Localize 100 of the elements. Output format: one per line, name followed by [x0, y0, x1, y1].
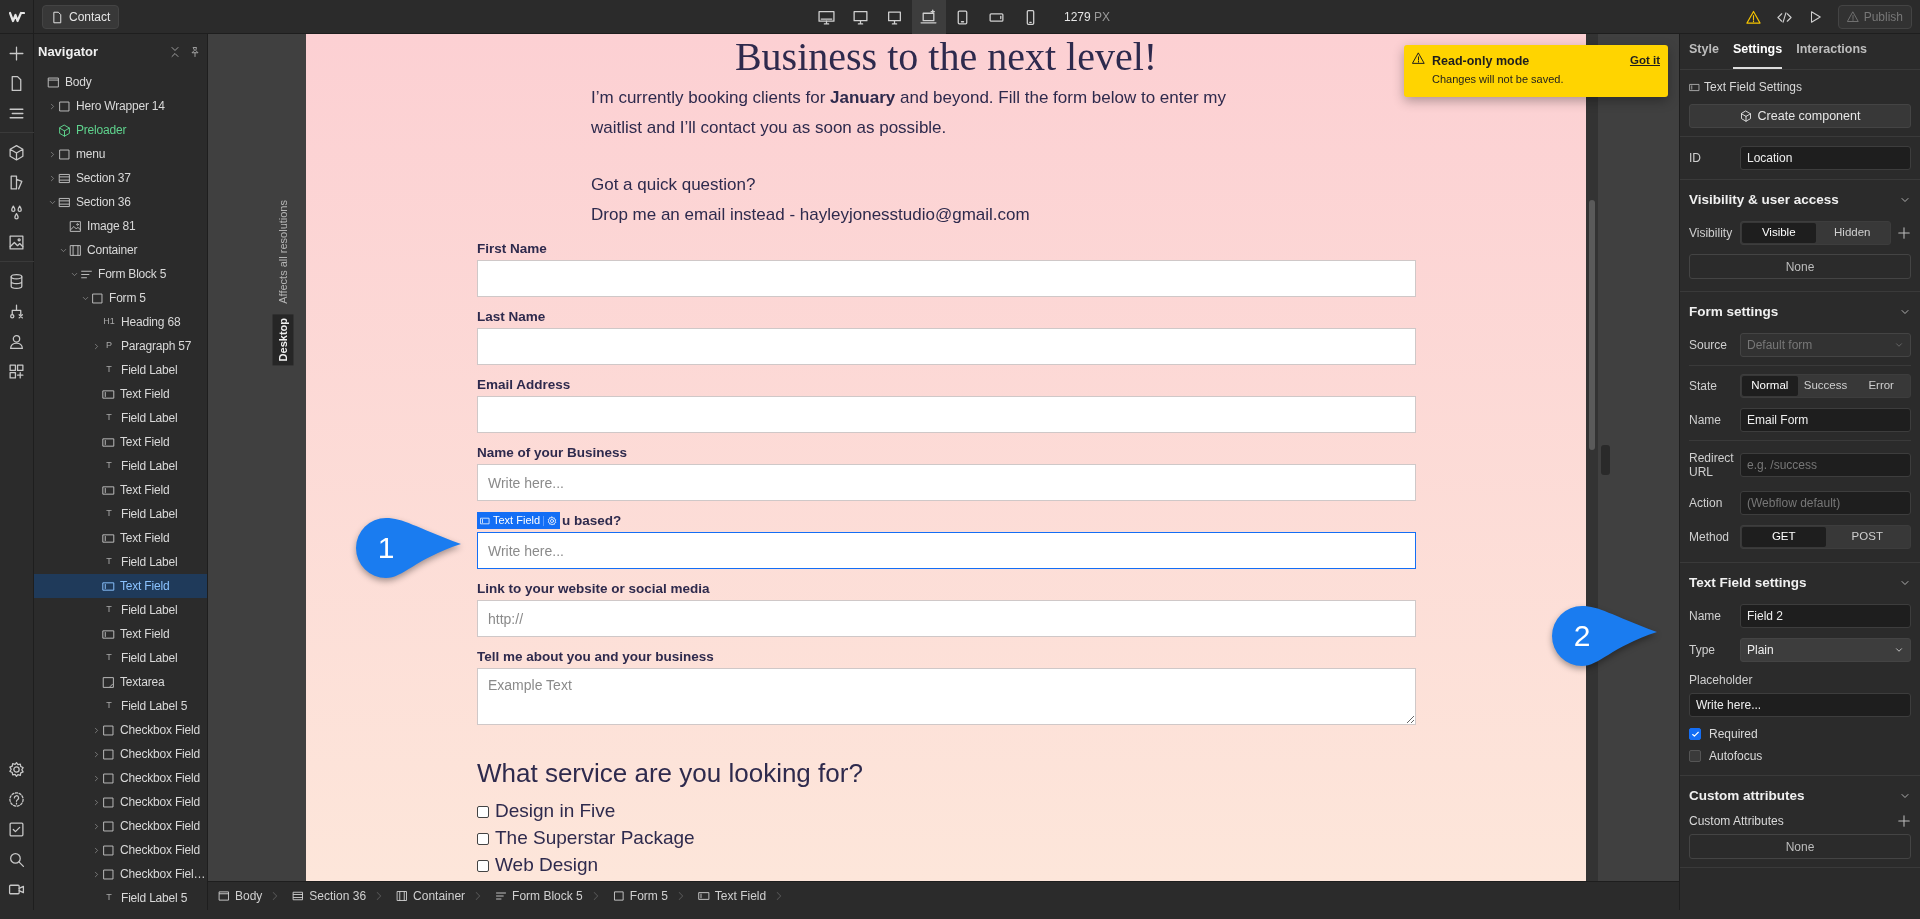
- breadcrumb-item[interactable]: Section 36: [282, 887, 373, 905]
- navigator-item[interactable]: Text Field: [34, 430, 207, 454]
- search-icon[interactable]: [8, 850, 25, 868]
- input-field[interactable]: Location: [1740, 146, 1911, 170]
- logo-icon[interactable]: [8, 9, 25, 25]
- navigator-item[interactable]: Preloader: [34, 118, 207, 142]
- none-button[interactable]: None: [1689, 834, 1911, 859]
- panel-tab[interactable]: Settings: [1732, 40, 1783, 69]
- navigator-item[interactable]: Textarea: [34, 670, 207, 694]
- database-icon[interactable]: [8, 272, 25, 290]
- panel-tab[interactable]: Interactions: [1796, 40, 1868, 69]
- segment-option[interactable]: Hidden: [1815, 223, 1889, 243]
- navigator-item[interactable]: T Field Label: [34, 646, 207, 670]
- chevron-icon[interactable]: [92, 341, 101, 351]
- input-field[interactable]: (Webflow default): [1740, 491, 1911, 515]
- logic-icon[interactable]: [8, 302, 25, 320]
- input-field[interactable]: Field 2: [1740, 604, 1911, 628]
- navigator-item[interactable]: T Field Label: [34, 550, 207, 574]
- navigator-item[interactable]: menu: [34, 142, 207, 166]
- navigator-item[interactable]: T Field Label: [34, 406, 207, 430]
- navigator-item[interactable]: T Field Label: [34, 502, 207, 526]
- navigator-item[interactable]: T Field Label: [34, 358, 207, 382]
- cube-icon[interactable]: [8, 143, 25, 161]
- navigator-item[interactable]: Section 36: [34, 190, 207, 214]
- navigator-item[interactable]: Text Field: [34, 622, 207, 646]
- pin-icon[interactable]: [189, 46, 201, 58]
- navigator-item[interactable]: Checkbox Field: [34, 838, 207, 862]
- chevron-icon[interactable]: [92, 749, 101, 759]
- segment-option[interactable]: Visible: [1742, 223, 1816, 243]
- navigator-item[interactable]: T Field Label 5: [34, 694, 207, 718]
- add-icon[interactable]: [8, 44, 25, 62]
- breadcrumb-item[interactable]: Container: [386, 887, 472, 905]
- segment-option[interactable]: Success: [1797, 376, 1854, 396]
- navigator-item[interactable]: Checkbox Field: [34, 742, 207, 766]
- chevron-icon[interactable]: [92, 797, 101, 807]
- segment-option[interactable]: Normal: [1742, 376, 1798, 396]
- element-tag[interactable]: Text Field: [477, 512, 561, 529]
- breadcrumb-item[interactable]: Text Field: [687, 887, 773, 905]
- style-icon[interactable]: [8, 173, 25, 191]
- none-button[interactable]: None: [1689, 254, 1911, 279]
- chevron-icon[interactable]: [48, 173, 57, 183]
- chevron-icon[interactable]: [48, 101, 57, 111]
- navigator-item[interactable]: Body: [34, 70, 207, 94]
- navigator-item[interactable]: Text Field: [34, 574, 207, 598]
- navigator-item[interactable]: Container: [34, 238, 207, 262]
- navigator-item[interactable]: T Field Label 5: [34, 886, 207, 910]
- input-field[interactable]: Write here...: [1689, 693, 1911, 717]
- navigator-item[interactable]: T Field Label: [34, 598, 207, 622]
- checkbox[interactable]: [1689, 728, 1701, 740]
- chevron-icon[interactable]: [92, 725, 101, 735]
- chevron-icon[interactable]: [92, 869, 101, 879]
- input-field[interactable]: Write here...: [477, 532, 1416, 569]
- input-field[interactable]: Email Form: [1740, 408, 1911, 432]
- navigator-item[interactable]: Checkbox Field: [34, 766, 207, 790]
- breadcrumb-item[interactable]: Form 5: [602, 887, 674, 905]
- panel-tab[interactable]: Style: [1689, 40, 1719, 69]
- navigator-item[interactable]: Section 37: [34, 166, 207, 190]
- checkbox[interactable]: [477, 805, 489, 818]
- chevron-icon[interactable]: [92, 773, 101, 783]
- navigator-item[interactable]: Form 5: [34, 286, 207, 310]
- segment-option[interactable]: POST: [1825, 527, 1909, 547]
- navigator-item[interactable]: Checkbox Fiel…: [34, 862, 207, 886]
- side-tab[interactable]: Affects all resolutions: [272, 196, 293, 308]
- side-tab[interactable]: Desktop: [272, 313, 293, 366]
- segment-option[interactable]: Error: [1853, 376, 1909, 396]
- drops-icon[interactable]: [8, 203, 25, 221]
- navigator-item[interactable]: T Field Label: [34, 454, 207, 478]
- navigator-item[interactable]: Checkbox Field: [34, 790, 207, 814]
- page-button[interactable]: Contact: [42, 5, 120, 29]
- dismiss-link[interactable]: Got it: [1629, 52, 1660, 71]
- help-icon[interactable]: [8, 790, 25, 808]
- checkbox-icon[interactable]: [8, 820, 25, 838]
- breadcrumb-item[interactable]: Form Block 5: [485, 887, 589, 905]
- dropdown[interactable]: Plain: [1740, 638, 1911, 662]
- warning-icon[interactable]: [1745, 9, 1761, 25]
- chevron-icon[interactable]: [92, 821, 101, 831]
- navigator-item[interactable]: Hero Wrapper 14: [34, 94, 207, 118]
- settings-icon[interactable]: [8, 760, 25, 778]
- chevron-icon[interactable]: [92, 845, 101, 855]
- collapse-icon[interactable]: [169, 46, 181, 58]
- checkbox[interactable]: [477, 859, 489, 872]
- segment-option[interactable]: GET: [1742, 527, 1826, 547]
- chevron-icon[interactable]: [48, 149, 57, 159]
- navigator-item[interactable]: P Paragraph 57: [34, 334, 207, 358]
- navigator-item[interactable]: Checkbox Field: [34, 718, 207, 742]
- navigator-item[interactable]: Form Block 5: [34, 262, 207, 286]
- code-icon[interactable]: [1776, 9, 1792, 25]
- navigator-item[interactable]: H1 Heading 68: [34, 310, 207, 334]
- navigator-item[interactable]: Text Field: [34, 478, 207, 502]
- navigator-item[interactable]: Checkbox Field: [34, 814, 207, 838]
- apps-icon[interactable]: [8, 362, 25, 380]
- navigator-item[interactable]: Image 81: [34, 214, 207, 238]
- input-field[interactable]: e.g. /success: [1740, 453, 1911, 477]
- image-icon[interactable]: [8, 233, 25, 251]
- navigator-item[interactable]: Text Field: [34, 526, 207, 550]
- user-icon[interactable]: [8, 332, 25, 350]
- navigator-item[interactable]: Text Field: [34, 382, 207, 406]
- create-component-button[interactable]: Create component: [1689, 104, 1911, 128]
- checkbox[interactable]: [477, 832, 489, 845]
- breadcrumb-item[interactable]: Body: [208, 887, 269, 905]
